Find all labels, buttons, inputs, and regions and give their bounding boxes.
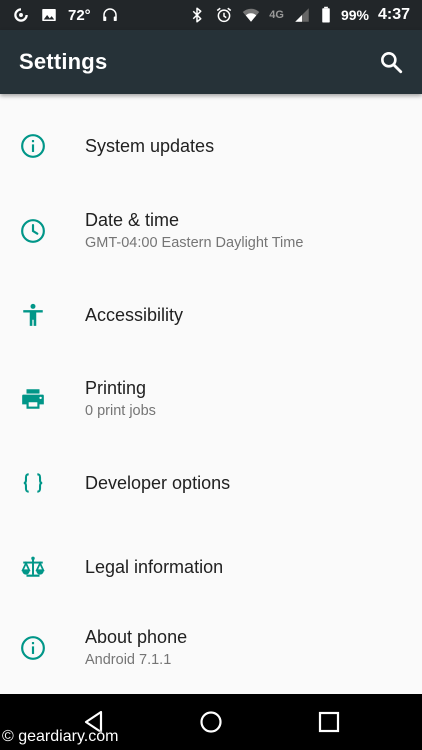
watermark-text: © geardiary.com: [2, 728, 119, 745]
status-bar-left: 72°: [12, 6, 119, 24]
battery-percent-text: 99%: [340, 7, 369, 23]
status-bar-right: 4G 99% 4:37: [188, 6, 410, 24]
home-button[interactable]: [198, 709, 224, 735]
status-bar: 72° 4G 99% 4:37: [0, 0, 422, 30]
swirl-notification-icon: [12, 6, 30, 24]
setting-summary: GMT-04:00 Eastern Daylight Time: [85, 235, 304, 251]
battery-icon: [320, 6, 332, 24]
wifi-icon: [242, 6, 260, 24]
setting-title: Printing: [85, 378, 147, 398]
setting-date-time[interactable]: Date & time GMT-04:00 Eastern Daylight T…: [0, 198, 422, 264]
clock-icon: [20, 218, 46, 244]
setting-system-updates[interactable]: System updates: [0, 94, 422, 198]
settings-list: System updates Date & time GMT-04:00 Eas…: [0, 94, 422, 696]
accessibility-icon: [20, 302, 46, 328]
setting-title: Date & time: [85, 210, 180, 230]
network-type-text: 4G: [269, 9, 284, 21]
setting-title: Developer options: [85, 473, 231, 493]
headset-icon: [101, 6, 119, 24]
setting-title: System updates: [85, 136, 215, 156]
code-braces-icon: [20, 470, 46, 496]
setting-legal-information[interactable]: Legal information: [0, 534, 422, 600]
search-button[interactable]: [378, 49, 404, 75]
temperature-text: 72°: [68, 6, 91, 24]
scales-icon: [20, 554, 46, 580]
bluetooth-icon: [188, 6, 206, 24]
setting-title: Legal information: [85, 557, 224, 577]
search-icon: [381, 52, 403, 74]
recents-button[interactable]: [316, 709, 342, 735]
recents-icon: [318, 711, 340, 733]
setting-developer-options[interactable]: Developer options: [0, 432, 422, 534]
setting-summary: 0 print jobs: [85, 403, 156, 419]
page-title: Settings: [19, 49, 108, 74]
printer-icon: [20, 386, 46, 412]
setting-accessibility[interactable]: Accessibility: [0, 264, 422, 366]
setting-summary: Android 7.1.1: [85, 652, 172, 668]
setting-title: About phone: [85, 627, 188, 647]
clock-text: 4:37: [377, 6, 410, 23]
setting-title: Accessibility: [85, 305, 184, 325]
home-icon: [200, 711, 222, 733]
info-icon: [20, 133, 46, 159]
app-bar: Settings: [0, 30, 422, 94]
cell-signal-icon: [293, 6, 311, 24]
alarm-icon: [215, 6, 233, 24]
info-icon: [20, 635, 46, 661]
image-icon: [40, 6, 58, 24]
setting-printing[interactable]: Printing 0 print jobs: [0, 366, 422, 432]
setting-about-phone[interactable]: About phone Android 7.1.1: [0, 600, 422, 696]
